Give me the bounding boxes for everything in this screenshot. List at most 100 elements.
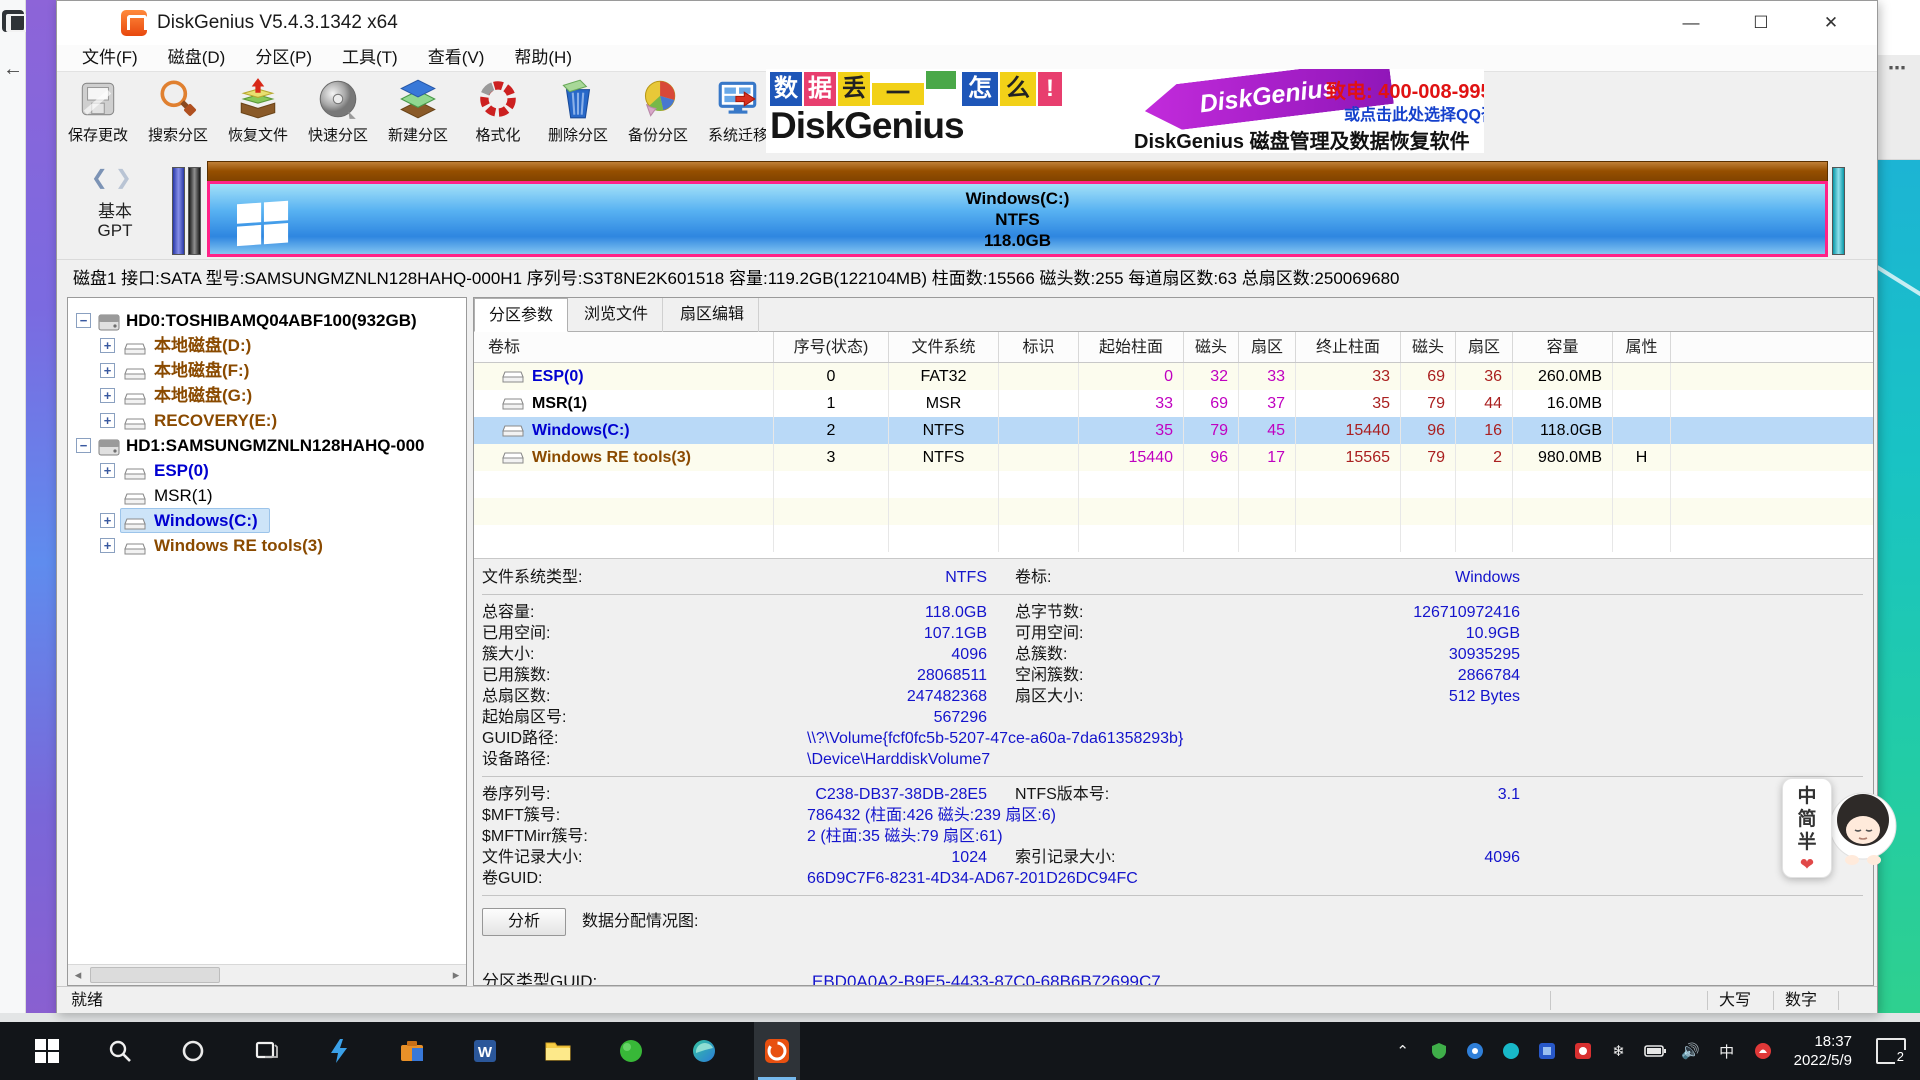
column-header[interactable]: 扇区 [1456, 332, 1513, 362]
toolbar-button-delete-partition[interactable]: 删除分区 [539, 76, 617, 152]
tray-shield-green[interactable] [1428, 1040, 1450, 1062]
expand-icon[interactable]: + [100, 538, 115, 553]
selected-partition-block[interactable]: Windows(C:) NTFS 118.0GB [207, 181, 1828, 257]
toolbar-button-backup-partition[interactable]: 备份分区 [619, 76, 697, 152]
tree-item--g-[interactable]: +本地磁盘(G:) [68, 383, 466, 408]
tray-circle-blue[interactable] [1464, 1040, 1486, 1062]
taskbar-app-green[interactable] [608, 1022, 654, 1080]
tray-speaker[interactable]: 🔊 [1680, 1040, 1702, 1062]
taskbar-search[interactable] [97, 1022, 143, 1080]
ad-qq-link[interactable]: 或点击此处选择QQ咨询 [1344, 101, 1484, 125]
taskbar-file-explorer[interactable] [535, 1022, 581, 1080]
tree-item--f-[interactable]: +本地磁盘(F:) [68, 358, 466, 383]
partition-sliver-msr[interactable] [188, 167, 201, 255]
notification-center-icon[interactable]: 2 [1876, 1038, 1906, 1064]
expand-icon[interactable]: + [100, 363, 115, 378]
tree-item-windows-c-[interactable]: +Windows(C:) [68, 508, 466, 533]
tray-chevron-up[interactable]: ⌃ [1392, 1040, 1414, 1062]
column-header[interactable]: 扇区 [1239, 332, 1296, 362]
expand-icon[interactable]: + [100, 388, 115, 403]
floating-service-widget[interactable]: 中简半❤ [1782, 778, 1832, 878]
partition-sliver-re[interactable] [1832, 167, 1845, 255]
column-header[interactable]: 卷标 [474, 332, 774, 362]
expand-icon[interactable]: + [100, 338, 115, 353]
toolbar-button-search-partition[interactable]: 搜索分区 [139, 76, 217, 152]
tray-snowflake[interactable]: ❄ [1608, 1040, 1630, 1062]
table-row-esp-0-[interactable]: ESP(0)0FAT3203233336936260.0MB [474, 363, 1873, 390]
toolbar-button-new-partition[interactable]: 新建分区 [379, 76, 457, 152]
expand-icon[interactable]: + [100, 413, 115, 428]
table-row-windows-c-[interactable]: Windows(C:)2NTFS357945154409616118.0GB [474, 417, 1873, 444]
menu-item-2[interactable]: 分区(P) [240, 45, 327, 71]
close-button[interactable]: ✕ [1802, 1, 1860, 45]
tree-hscrollbar[interactable]: ◂▸ [68, 964, 466, 985]
column-header[interactable]: 属性 [1613, 332, 1671, 362]
column-header[interactable]: 容量 [1513, 332, 1613, 362]
column-header[interactable]: 起始柱面 [1079, 332, 1184, 362]
expand-icon[interactable]: + [100, 463, 115, 478]
table-row-msr-1-[interactable]: MSR(1)1MSR33693735794416.0MB [474, 390, 1873, 417]
menu-item-5[interactable]: 帮助(H) [499, 45, 587, 71]
analyze-button[interactable]: 分析 [482, 908, 566, 936]
taskbar-app-store-orange[interactable] [389, 1022, 435, 1080]
menu-item-1[interactable]: 磁盘(D) [153, 45, 241, 71]
taskbar-windows-start[interactable] [24, 1022, 70, 1080]
ad-banner[interactable]: 数据丢一怎么! DiskGenius DiskGenius 致电: 400-00… [766, 69, 1484, 153]
scroll-left-icon[interactable]: ◂ [68, 965, 88, 985]
column-header[interactable]: 文件系统 [889, 332, 999, 362]
widget-char[interactable]: 半 [1783, 831, 1831, 854]
taskbar-diskgenius[interactable] [754, 1022, 800, 1080]
partition-sliver-esp[interactable] [172, 167, 185, 255]
tray-battery[interactable] [1644, 1040, 1666, 1062]
scroll-thumb[interactable] [90, 967, 220, 983]
widget-char[interactable]: 简 [1783, 808, 1831, 831]
taskbar-clock[interactable]: 18:372022/5/9 [1794, 1032, 1852, 1071]
taskbar-edge[interactable] [681, 1022, 727, 1080]
menu-item-4[interactable]: 查看(V) [413, 45, 500, 71]
tab-0[interactable]: 分区参数 [474, 298, 568, 332]
column-header[interactable]: 磁头 [1184, 332, 1239, 362]
toolbar-button-save-changes[interactable]: 保存更改 [59, 76, 137, 152]
tab-2[interactable]: 扇区编辑 [666, 298, 759, 332]
column-header[interactable]: 标识 [999, 332, 1079, 362]
toolbar-button-format[interactable]: 格式化 [459, 76, 537, 152]
column-header[interactable]: 磁头 [1401, 332, 1456, 362]
tree-item-recovery-e-[interactable]: +RECOVERY(E:) [68, 408, 466, 433]
scroll-right-icon[interactable]: ▸ [446, 965, 466, 985]
column-header[interactable]: 序号(状态) [774, 332, 889, 362]
partition-block-windows-c[interactable]: Windows(C:) NTFS 118.0GB [207, 161, 1828, 257]
taskbar-cortana[interactable] [170, 1022, 216, 1080]
taskbar-app-blue-bolt[interactable] [316, 1022, 362, 1080]
menu-item-0[interactable]: 文件(F) [67, 45, 153, 71]
back-arrow-icon[interactable]: ← [3, 58, 23, 81]
taskbar-word[interactable]: W [462, 1022, 508, 1080]
tab-1[interactable]: 浏览文件 [570, 298, 663, 332]
tree-item--d-[interactable]: +本地磁盘(D:) [68, 333, 466, 358]
tray-square-blue[interactable] [1536, 1040, 1558, 1062]
column-header[interactable]: 终止柱面 [1296, 332, 1401, 362]
tree-item-esp-0-[interactable]: +ESP(0) [68, 458, 466, 483]
minimize-button[interactable]: — [1662, 1, 1720, 45]
maximize-button[interactable]: ☐ [1732, 1, 1790, 45]
heart-icon[interactable]: ❤ [1783, 854, 1831, 876]
tray-circle-teal[interactable] [1500, 1040, 1522, 1062]
menu-item-3[interactable]: 工具(T) [327, 45, 413, 71]
tray-ime-chinese[interactable]: 中 [1716, 1040, 1738, 1062]
toolbar-button-quick-partition[interactable]: 快速分区 [299, 76, 377, 152]
tree-item-msr-1-[interactable]: MSR(1) [68, 483, 466, 508]
toolbar-button-recover-files[interactable]: 恢复文件 [219, 76, 297, 152]
tray-square-red[interactable] [1572, 1040, 1594, 1062]
tree-item-hd0-toshibamq04abf100-932gb-[interactable]: −HD0:TOSHIBAMQ04ABF100(932GB) [68, 308, 466, 333]
tree-item-hd1-samsungmznln128hahq-000[interactable]: −HD1:SAMSUNGMZNLN128HAHQ-000 [68, 433, 466, 458]
widget-char[interactable]: 中 [1783, 785, 1831, 808]
tray-app-red[interactable] [1752, 1040, 1774, 1062]
expand-icon[interactable]: + [100, 513, 115, 528]
table-row-windows-re-tools-3-[interactable]: Windows RE tools(3)3NTFS1544096171556579… [474, 444, 1873, 471]
taskbar-task-view[interactable] [243, 1022, 289, 1080]
nav-forward-icon[interactable]: ❯ [115, 165, 132, 190]
collapse-icon[interactable]: − [76, 438, 91, 453]
tree-item-windows-re-tools-3-[interactable]: +Windows RE tools(3) [68, 533, 466, 558]
collapse-icon[interactable]: − [76, 313, 91, 328]
nav-back-icon[interactable]: ❮ [91, 165, 108, 190]
more-options-icon[interactable]: ⋯ [1888, 58, 1907, 79]
